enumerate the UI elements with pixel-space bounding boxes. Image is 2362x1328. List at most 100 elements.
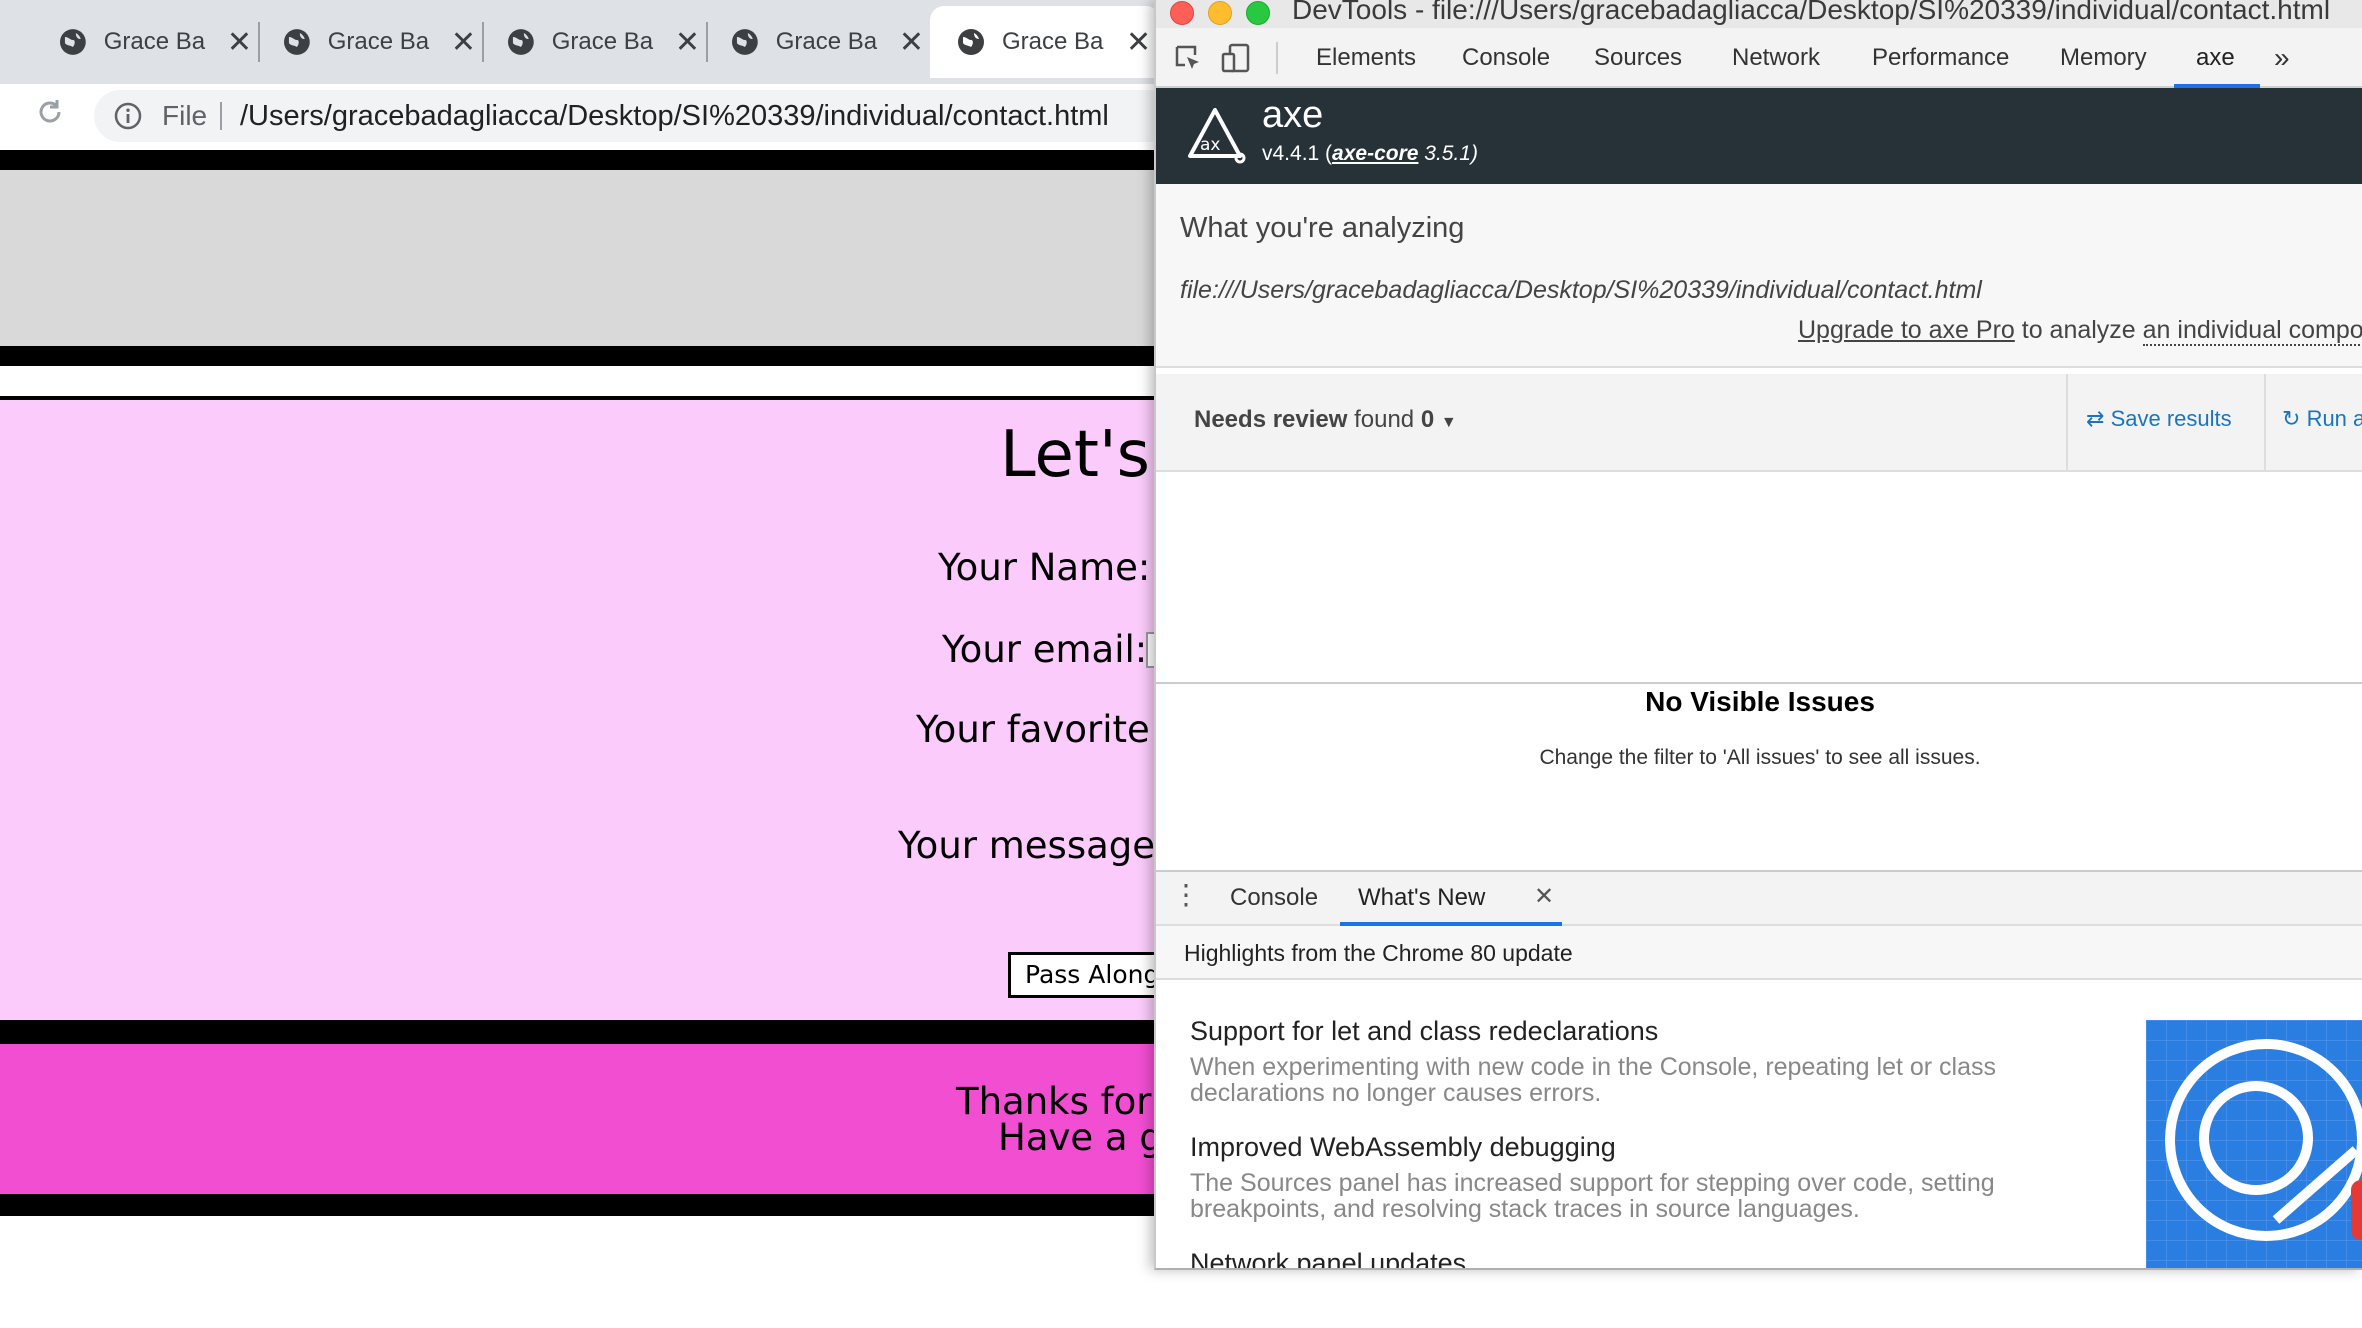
chrome-80-graphic	[2146, 1020, 2362, 1268]
tab-title: Grace Ba	[551, 28, 654, 55]
browser-tab[interactable]: Grace Ba ✕	[32, 6, 252, 78]
close-icon[interactable]: ✕	[227, 25, 252, 60]
svg-text:ax: ax	[1200, 135, 1220, 155]
axe-core-link[interactable]: axe-core	[1332, 142, 1418, 165]
divider	[1276, 42, 1278, 74]
tab-elements[interactable]: Elements	[1316, 28, 1416, 88]
address-bar[interactable]: File /Users/gracebadagliacca/Desktop/SI%…	[94, 90, 1160, 142]
footer-line-2: Have a gr	[998, 1116, 1160, 1159]
close-icon[interactable]: ✕	[1126, 25, 1151, 60]
tab-title: Grace Ba	[103, 28, 206, 55]
tab-sources[interactable]: Sources	[1594, 28, 1682, 88]
browser-tab[interactable]: Grace Ba ✕	[480, 6, 700, 78]
issue-filter-bar: Needs review found 0 ▼ ⇄ Save results ↻ …	[1156, 374, 2362, 472]
divider	[220, 102, 222, 130]
upgrade-line: Upgrade to axe Pro to analyze an individ…	[1798, 316, 2362, 346]
close-icon[interactable]: ✕	[675, 25, 700, 60]
reload-icon[interactable]	[34, 96, 66, 128]
globe-icon	[283, 29, 310, 55]
globe-icon	[731, 29, 758, 55]
component-link[interactable]: an individual compo	[2142, 316, 2362, 346]
axe-header: ax axe v4.4.1 (axe-core 3.5.1)	[1156, 88, 2362, 184]
chevron-double-right-icon[interactable]: »	[2274, 28, 2290, 88]
submit-button[interactable]: Pass Along	[1008, 952, 1160, 998]
url-text[interactable]: /Users/gracebadagliacca/Desktop/SI%20339…	[240, 90, 1109, 142]
maximize-window-button[interactable]	[1246, 1, 1270, 25]
caret-down-icon: ▼	[1440, 414, 1457, 431]
favorite-label: Your favorite	[916, 708, 1150, 751]
email-label: Your email:	[942, 628, 1148, 671]
tab-strip: Grace Ba ✕ Grace Ba ✕ Grace Ba ✕ Grace B…	[0, 0, 1160, 84]
analyzing-heading: What you're analyzing	[1180, 212, 1465, 244]
empty-state-title: No Visible Issues	[1645, 686, 1875, 717]
feature-description: When experimenting with new code in the …	[1190, 1054, 1996, 1106]
more-options-icon[interactable]: ⋮	[1172, 878, 1200, 911]
whats-new-content: Support for let and class redeclarations…	[1156, 980, 2362, 1268]
drawer-tab-console[interactable]: Console	[1230, 884, 1318, 912]
feature-title[interactable]: Network panel updates	[1190, 1248, 1466, 1268]
tab-title: Grace Ba	[327, 28, 430, 55]
axe-version: v4.4.1 (axe-core 3.5.1)	[1262, 142, 1478, 166]
close-window-button[interactable]	[1170, 1, 1194, 25]
axe-title: axe	[1262, 94, 1324, 136]
swap-arrows-icon: ⇄	[2086, 406, 2105, 431]
tab-memory[interactable]: Memory	[2060, 28, 2147, 88]
contact-section: Let's Your Name: Your email: Your favori…	[0, 400, 1160, 1020]
page-header	[0, 170, 1160, 346]
globe-icon	[59, 29, 86, 55]
tab-performance[interactable]: Performance	[1872, 28, 2009, 88]
drawer-tab-whats-new[interactable]: What's New	[1358, 884, 1485, 912]
feature-line: declarations no longer causes errors.	[1190, 1079, 1602, 1107]
whats-new-banner: Highlights from the Chrome 80 update	[1156, 926, 2362, 980]
feature-line: The Sources panel has increased support …	[1190, 1169, 1995, 1197]
tab-console[interactable]: Console	[1462, 28, 1550, 88]
analyzing-panel: What you're analyzing file:///Users/grac…	[1156, 184, 2362, 368]
name-label: Your Name:	[938, 546, 1151, 589]
close-icon[interactable]: ✕	[1534, 882, 1554, 911]
browser-tab[interactable]: Grace Ba ✕	[256, 6, 476, 78]
filter-found-text: found	[1347, 406, 1421, 433]
highlight-text: Highlights from the Chrome 80 update	[1184, 940, 1573, 966]
feature-description: The Sources panel has increased support …	[1190, 1170, 1995, 1222]
feature-title[interactable]: Improved WebAssembly debugging	[1190, 1132, 1616, 1163]
browser-tab-active[interactable]: Grace Ba ✕	[930, 6, 1160, 78]
version-text: v4.4.1 (	[1262, 142, 1333, 165]
close-icon[interactable]: ✕	[451, 25, 476, 60]
upgrade-link[interactable]: Upgrade to axe Pro	[1798, 316, 2015, 344]
tab-axe[interactable]: axe	[2196, 28, 2235, 88]
chrome-80-illustration	[2146, 1020, 2362, 1268]
devtools-tabbar: Elements Console Sources Network Perform…	[1156, 28, 2362, 88]
device-toolbar-icon[interactable]	[1220, 42, 1252, 74]
browser-window: Grace Ba ✕ Grace Ba ✕ Grace Ba ✕ Grace B…	[0, 0, 1160, 1328]
core-version-text: 3.5.1)	[1418, 142, 1478, 165]
browser-toolbar: File /Users/gracebadagliacca/Desktop/SI%…	[0, 84, 1160, 148]
browser-tab[interactable]: Grace Ba ✕	[704, 6, 924, 78]
page-footer: Thanks for Have a gr	[0, 1044, 1160, 1194]
results-panel: No Visible Issues Change the filter to '…	[1156, 472, 2362, 870]
issue-filter-dropdown[interactable]: Needs review found 0 ▼	[1194, 406, 1457, 434]
info-icon[interactable]	[114, 102, 142, 130]
save-results-button[interactable]: ⇄ Save results	[2086, 406, 2232, 432]
minimize-window-button[interactable]	[1208, 1, 1232, 25]
tab-network[interactable]: Network	[1732, 28, 1820, 88]
tab-title: Grace Ba	[1002, 28, 1104, 55]
devtools-window: DevTools - file:///Users/gracebadagliacc…	[1154, 0, 2362, 1270]
inspect-element-icon[interactable]	[1174, 44, 1204, 74]
close-icon[interactable]: ✕	[899, 25, 924, 60]
globe-icon	[507, 29, 534, 55]
scheme-label: File	[162, 100, 208, 131]
save-results-label: Save results	[2110, 406, 2232, 431]
devtools-titlebar: DevTools - file:///Users/gracebadagliacc…	[1156, 0, 2362, 28]
feature-line: When experimenting with new code in the …	[1190, 1053, 1996, 1081]
feature-line: breakpoints, and resolving stack traces …	[1190, 1195, 1860, 1223]
divider	[2264, 374, 2266, 472]
header-border-band	[0, 346, 1160, 366]
run-again-button[interactable]: ↻ Run a	[2282, 406, 2362, 432]
bottom-border-band	[0, 1194, 1160, 1216]
feature-title[interactable]: Support for let and class redeclarations	[1190, 1016, 1658, 1047]
page-title: Let's	[1000, 418, 1150, 492]
top-border-band	[0, 150, 1160, 170]
message-label: Your message	[898, 824, 1156, 867]
empty-state-text: Change the filter to 'All issues' to see…	[1539, 746, 1981, 769]
globe-icon	[958, 29, 984, 55]
